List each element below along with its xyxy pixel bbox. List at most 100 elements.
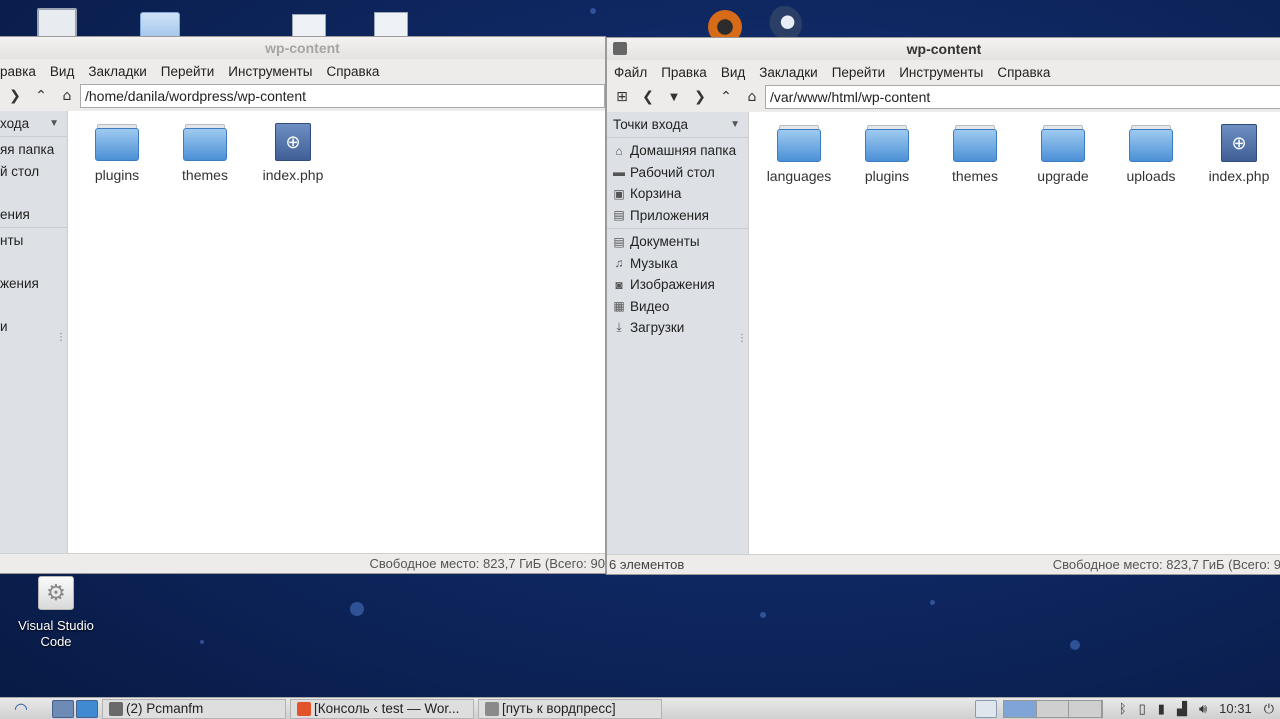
new-tab-icon[interactable]: ⊞ bbox=[609, 85, 635, 109]
file-manager-window-left: wp-content равка Вид Закладки Перейти Ин… bbox=[0, 36, 606, 574]
workspace-pager[interactable] bbox=[1002, 699, 1103, 718]
menu-go[interactable]: Перейти bbox=[154, 64, 222, 79]
sidebar-item-documents[interactable]: ▤ Документы bbox=[607, 231, 748, 253]
sidebar-item-documents[interactable]: нты bbox=[0, 230, 67, 252]
back-arrow-icon[interactable]: ❮ bbox=[635, 85, 661, 109]
file-item-folder[interactable]: upgrade bbox=[1019, 124, 1107, 184]
menu-go[interactable]: Перейти bbox=[825, 65, 893, 80]
menu-bookmarks[interactable]: Закладки bbox=[81, 64, 153, 79]
taskbar-item-pcmanfm[interactable]: (2) Pcmanfm bbox=[102, 698, 286, 719]
clipboard-icon[interactable]: ▯ bbox=[1133, 701, 1152, 717]
sidebar-item-applications[interactable]: ▤ Приложения bbox=[607, 205, 748, 227]
show-desktop-icon[interactable] bbox=[52, 699, 74, 718]
window-list-icon[interactable] bbox=[974, 699, 997, 718]
menu-file[interactable]: Файл bbox=[607, 65, 654, 80]
sidebar-item-desktop[interactable]: й стол bbox=[0, 161, 67, 183]
file-item-php[interactable]: ⊕ index.php bbox=[1195, 124, 1280, 184]
forward-arrow-icon[interactable]: ❯ bbox=[687, 85, 713, 109]
sidebar-item-downloads[interactable]: ⤓ Загрузки bbox=[607, 317, 748, 339]
sidebar-item-music[interactable] bbox=[0, 252, 67, 274]
taskbar-item-browser[interactable]: [Консоль ‹ test — Wor... bbox=[290, 698, 474, 719]
sidebar-header[interactable]: хода ▼ bbox=[0, 111, 67, 137]
folder-icon bbox=[183, 123, 227, 161]
path-input[interactable]: /home/danila/wordpress/wp-content bbox=[80, 84, 605, 108]
menubar: Файл Правка Вид Закладки Перейти Инструм… bbox=[607, 60, 1280, 84]
file-item-folder[interactable]: languages bbox=[755, 124, 843, 184]
home-icon[interactable]: ⌂ bbox=[739, 85, 765, 109]
path-input[interactable]: /var/www/html/wp-content bbox=[765, 85, 1280, 109]
window-title: wp-content bbox=[906, 41, 982, 57]
window-titlebar[interactable]: wp-content bbox=[0, 37, 605, 59]
battery-icon[interactable]: ▮ bbox=[1152, 701, 1171, 717]
menu-bookmarks[interactable]: Закладки bbox=[752, 65, 824, 80]
sidebar-item-trash[interactable]: ▣ Корзина bbox=[607, 183, 748, 205]
sidebar-item-pictures[interactable]: жения bbox=[0, 273, 67, 295]
sidebar-item-home[interactable]: ⌂ Домашняя папка bbox=[607, 140, 748, 162]
sidebar-header[interactable]: Точки входа ▼ bbox=[607, 112, 748, 138]
menu-edit[interactable]: Правка bbox=[654, 65, 714, 80]
sidebar-header-label: Точки входа bbox=[613, 117, 689, 132]
pictures-icon: ◙ bbox=[615, 277, 623, 292]
window-title: wp-content bbox=[265, 40, 340, 56]
menu-tools[interactable]: Инструменты bbox=[221, 64, 319, 79]
menu-edit[interactable]: равка bbox=[0, 64, 43, 79]
window-menu-icon[interactable] bbox=[613, 42, 627, 55]
sidebar-resize-handle[interactable]: ⋮ bbox=[737, 333, 747, 344]
sidebar-item-music[interactable]: ♫ Музыка bbox=[607, 253, 748, 275]
file-item-folder[interactable]: uploads bbox=[1107, 124, 1195, 184]
file-item-folder[interactable]: plugins bbox=[73, 123, 161, 183]
file-item-folder[interactable]: plugins bbox=[843, 124, 931, 184]
sidebar-resize-handle[interactable]: ⋮ bbox=[56, 332, 66, 343]
vscode-desktop-icon[interactable]: ⚙ bbox=[38, 576, 74, 610]
sidebar-item-video[interactable]: ▦ Видео bbox=[607, 296, 748, 318]
file-label: themes bbox=[952, 168, 998, 184]
taskbar-item-label: [путь к вордпресс] bbox=[502, 701, 616, 716]
status-item-count: 6 элементов bbox=[609, 557, 685, 572]
sidebar-item-pictures[interactable]: ◙ Изображения bbox=[607, 274, 748, 296]
forward-arrow-icon[interactable]: ❯ bbox=[2, 84, 28, 108]
menu-view[interactable]: Вид bbox=[43, 64, 81, 79]
window-titlebar[interactable]: wp-content bbox=[607, 38, 1280, 60]
chevron-down-icon[interactable]: ▼ bbox=[49, 118, 59, 129]
taskbar-item-label: [Консоль ‹ test — Wor... bbox=[314, 701, 460, 716]
sidebar-item-applications[interactable]: ения bbox=[0, 204, 67, 226]
menu-help[interactable]: Справка bbox=[319, 64, 386, 79]
history-dropdown-icon[interactable]: ▼ bbox=[661, 85, 687, 109]
sidebar-item-desktop[interactable]: ▬ Рабочий стол bbox=[607, 162, 748, 184]
power-icon[interactable]: ⏻ bbox=[1258, 701, 1280, 717]
up-arrow-icon[interactable]: ⌃ bbox=[28, 84, 54, 108]
file-view[interactable]: plugins themes ⊕ index.php bbox=[68, 111, 605, 553]
document-icon bbox=[485, 701, 499, 716]
up-arrow-icon[interactable]: ⌃ bbox=[713, 85, 739, 109]
home-icon: ⌂ bbox=[615, 143, 623, 158]
sidebar-item-trash[interactable] bbox=[0, 182, 67, 204]
php-file-icon: ⊕ bbox=[275, 123, 311, 161]
start-menu-icon[interactable]: ◠ bbox=[6, 699, 36, 719]
vscode-desktop-label[interactable]: Visual Studio Code bbox=[6, 618, 106, 650]
menu-help[interactable]: Справка bbox=[990, 65, 1057, 80]
menu-view[interactable]: Вид bbox=[714, 65, 752, 80]
file-item-folder[interactable]: themes bbox=[161, 123, 249, 183]
desktop-window-icon[interactable] bbox=[37, 8, 77, 38]
folder-icon bbox=[95, 123, 139, 161]
taskbar-item-document[interactable]: [путь к вордпресс] bbox=[478, 698, 662, 719]
file-item-php[interactable]: ⊕ index.php bbox=[249, 123, 337, 183]
file-view[interactable]: languages plugins themes upgrade uploads… bbox=[749, 112, 1280, 554]
sidebar-item-video[interactable] bbox=[0, 295, 67, 317]
menu-tools[interactable]: Инструменты bbox=[892, 65, 990, 80]
home-icon[interactable]: ⌂ bbox=[54, 84, 80, 108]
sidebar-group-bookmarks: нты жения и bbox=[0, 228, 67, 338]
status-free-space: Свободное место: 823,7 ГиБ (Всего: 90 bbox=[369, 556, 606, 571]
trash-icon: ▣ bbox=[613, 186, 625, 201]
sidebar-item-label: Корзина bbox=[630, 186, 682, 202]
volume-icon[interactable]: 🔊︎ bbox=[1193, 701, 1213, 717]
bluetooth-icon[interactable]: ᛒ bbox=[1113, 701, 1133, 716]
chevron-down-icon[interactable]: ▼ bbox=[730, 119, 740, 130]
sidebar-item-home[interactable]: яя папка bbox=[0, 139, 67, 161]
quick-launch-icon[interactable] bbox=[76, 699, 98, 718]
sidebar-item-label: Документы bbox=[630, 234, 700, 250]
clock[interactable]: 10:31 bbox=[1213, 701, 1258, 716]
file-item-folder[interactable]: themes bbox=[931, 124, 1019, 184]
network-signal-icon[interactable]: ▟ bbox=[1171, 701, 1193, 717]
file-label: plugins bbox=[94, 167, 140, 183]
